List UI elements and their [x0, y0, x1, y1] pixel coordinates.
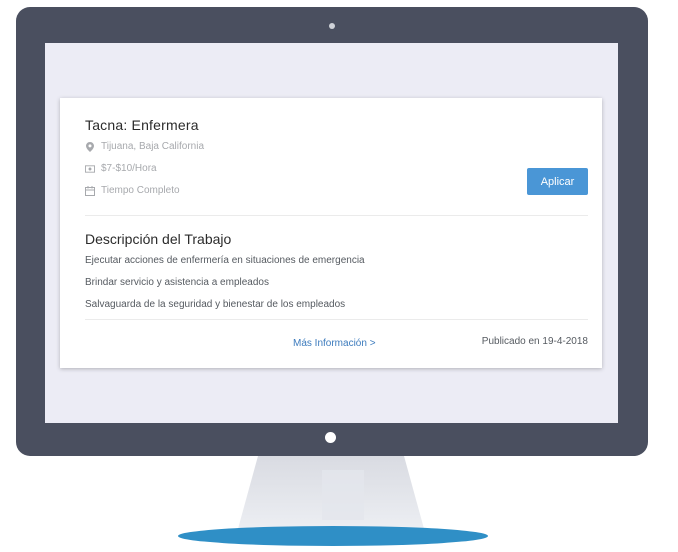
job-salary: $7-$10/Hora: [85, 163, 157, 174]
job-title: Tacna: Enfermera: [85, 117, 199, 133]
job-salary-text: $7-$10/Hora: [101, 163, 157, 174]
stand-highlight: [322, 470, 364, 520]
power-button: [325, 432, 336, 443]
description-item: Brindar servicio y asistencia a empleado…: [85, 277, 269, 288]
job-schedule: Tiempo Completo: [85, 185, 180, 196]
job-schedule-text: Tiempo Completo: [101, 185, 180, 196]
description-item: Ejecutar acciones de enfermería en situa…: [85, 255, 365, 266]
calendar-icon: [85, 185, 95, 196]
job-location-text: Tijuana, Baja California: [101, 141, 205, 152]
more-info-link[interactable]: Más Información >: [293, 338, 376, 349]
published-date: Publicado en 19-4-2018: [481, 336, 588, 347]
divider: [85, 215, 588, 216]
divider: [85, 319, 588, 320]
description-item: Salvaguarda de la seguridad y bienestar …: [85, 299, 346, 310]
monitor-base: [178, 526, 488, 546]
map-marker-icon: [85, 141, 95, 152]
apply-button[interactable]: Aplicar: [527, 168, 588, 195]
camera-dot: [329, 23, 335, 29]
money-icon: [85, 164, 95, 174]
description-heading: Descripción del Trabajo: [85, 231, 232, 247]
job-location: Tijuana, Baja California: [85, 141, 204, 152]
job-card: Tacna: Enfermera Tijuana, Baja Californi…: [60, 98, 602, 368]
